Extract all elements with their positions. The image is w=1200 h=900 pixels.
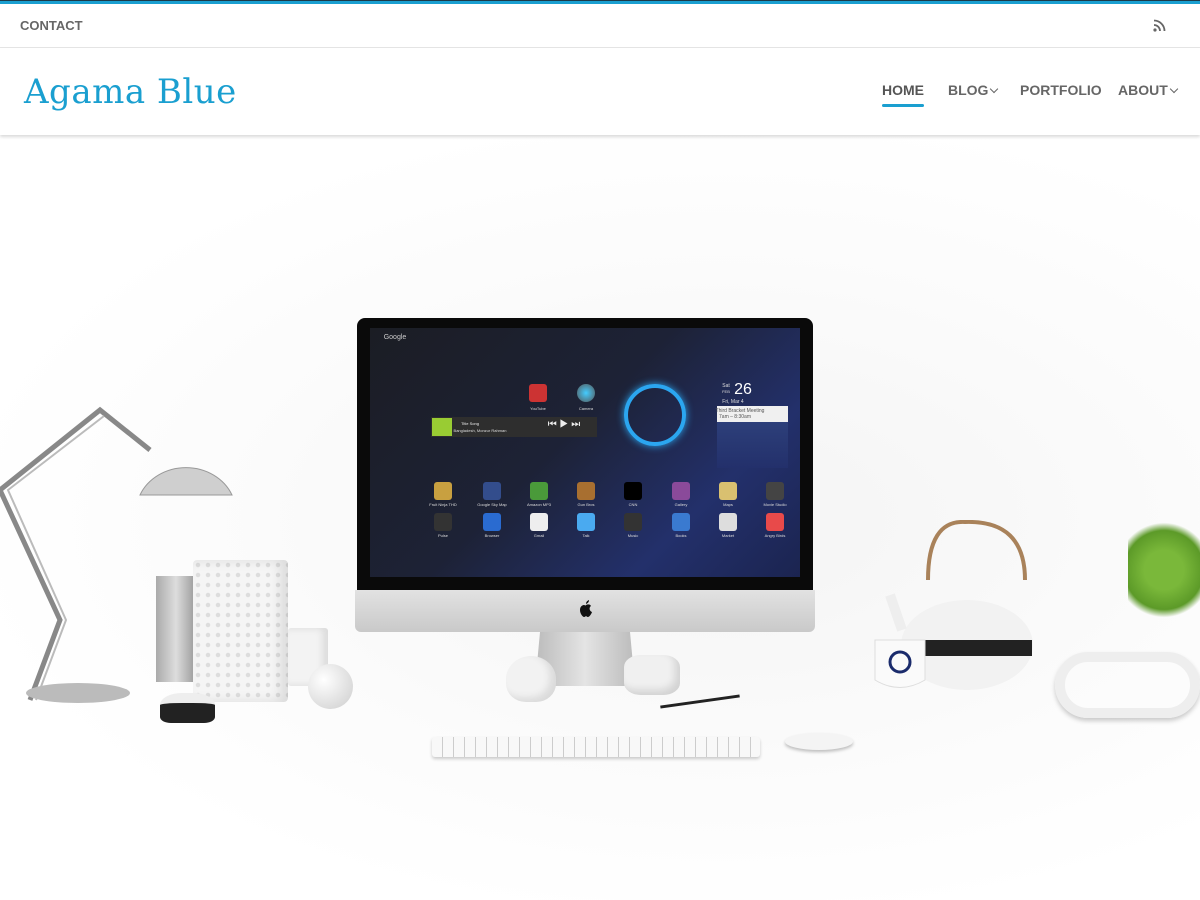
keyboard-image xyxy=(432,737,760,757)
camera-app-icon xyxy=(577,384,595,402)
app-label: Market xyxy=(721,533,735,538)
active-underline xyxy=(882,104,924,107)
headphones-image xyxy=(1055,652,1200,718)
top-menu-contact[interactable]: CONTACT xyxy=(20,18,83,33)
app-label: Talk xyxy=(582,533,590,538)
nav-about-label: ABOUT xyxy=(1118,82,1168,98)
crumpled-paper-image xyxy=(624,655,680,695)
clock-widget xyxy=(624,384,686,446)
nav-about[interactable]: ABOUT xyxy=(1118,82,1179,98)
album-art xyxy=(432,418,452,436)
nav-home-label: HOME xyxy=(882,82,924,98)
teapot-image xyxy=(874,520,1033,690)
rss-icon[interactable] xyxy=(1153,19,1166,32)
app-icon xyxy=(577,513,595,531)
chevron-down-icon xyxy=(1169,84,1179,94)
app-icon xyxy=(483,513,501,531)
mouse-image xyxy=(785,733,853,750)
bird-figurine-image xyxy=(506,656,556,702)
screen-music-title: Title Song xyxy=(461,421,479,426)
app-label: Browser xyxy=(484,533,500,538)
screen-date-day: 26 xyxy=(734,381,752,398)
app-label: Movie Studio xyxy=(763,502,787,507)
app-label: Books xyxy=(675,533,687,538)
vase-image xyxy=(193,560,288,702)
screen-date-month: FEB xyxy=(722,389,730,394)
app-label: Gallery xyxy=(674,502,688,507)
app-label: CNN xyxy=(628,502,638,507)
app-icon xyxy=(530,482,548,500)
nav-portfolio[interactable]: PORTFOLIO xyxy=(1020,82,1102,98)
app-icon xyxy=(624,482,642,500)
app-label: Gun Bros xyxy=(577,502,595,507)
app-icon xyxy=(719,482,737,500)
screen-music-artist: Bangladesh, Monzur Rahman xyxy=(453,428,507,433)
app-label: Maps xyxy=(723,502,733,507)
youtube-app-icon xyxy=(529,384,547,402)
app-label: Pulse xyxy=(437,533,449,538)
nav-portfolio-label: PORTFOLIO xyxy=(1020,82,1102,98)
pen-cup-image xyxy=(156,576,196,682)
app-icon xyxy=(434,513,452,531)
app-icon xyxy=(766,482,784,500)
app-icon xyxy=(624,513,642,531)
app-label: Google Sky Map xyxy=(477,502,507,507)
app-icon xyxy=(577,482,595,500)
app-icon xyxy=(672,482,690,500)
screen-search-label: Google xyxy=(383,334,407,341)
nav-blog[interactable]: BLOG xyxy=(948,82,999,98)
app-label: YouTube xyxy=(530,406,546,411)
app-icon xyxy=(483,482,501,500)
app-label: Angry Birds xyxy=(764,533,786,538)
top-bar: CONTACT xyxy=(0,4,1200,48)
chevron-down-icon xyxy=(989,84,999,94)
app-label: Amazon MP3 xyxy=(526,502,552,507)
app-label: Camera xyxy=(578,406,594,411)
site-header: Agama Blue HOME BLOG PORTFOLIO ABOUT xyxy=(0,48,1200,135)
plant-image xyxy=(1128,515,1200,625)
app-icon xyxy=(530,513,548,531)
nav-home[interactable]: HOME xyxy=(882,82,924,107)
app-icon xyxy=(719,513,737,531)
panda-figurine-image xyxy=(160,693,215,723)
screen-event-date: Fri, Mar 4 xyxy=(722,399,744,405)
music-controls-icon: ⏮ ▶ ⏭ xyxy=(547,419,581,430)
app-icon xyxy=(766,513,784,531)
app-label: Gmail xyxy=(533,533,545,538)
app-icon xyxy=(434,482,452,500)
nav-blog-label: BLOG xyxy=(948,82,989,98)
app-icon xyxy=(672,513,690,531)
app-label: Music xyxy=(627,533,639,538)
site-title[interactable]: Agama Blue xyxy=(24,72,237,112)
screen-event-time: 7am – 8:30am xyxy=(719,414,751,420)
app-label: Fruit Ninja THD xyxy=(429,502,457,507)
apple-logo-icon xyxy=(580,600,592,617)
sphere-image xyxy=(308,664,353,709)
